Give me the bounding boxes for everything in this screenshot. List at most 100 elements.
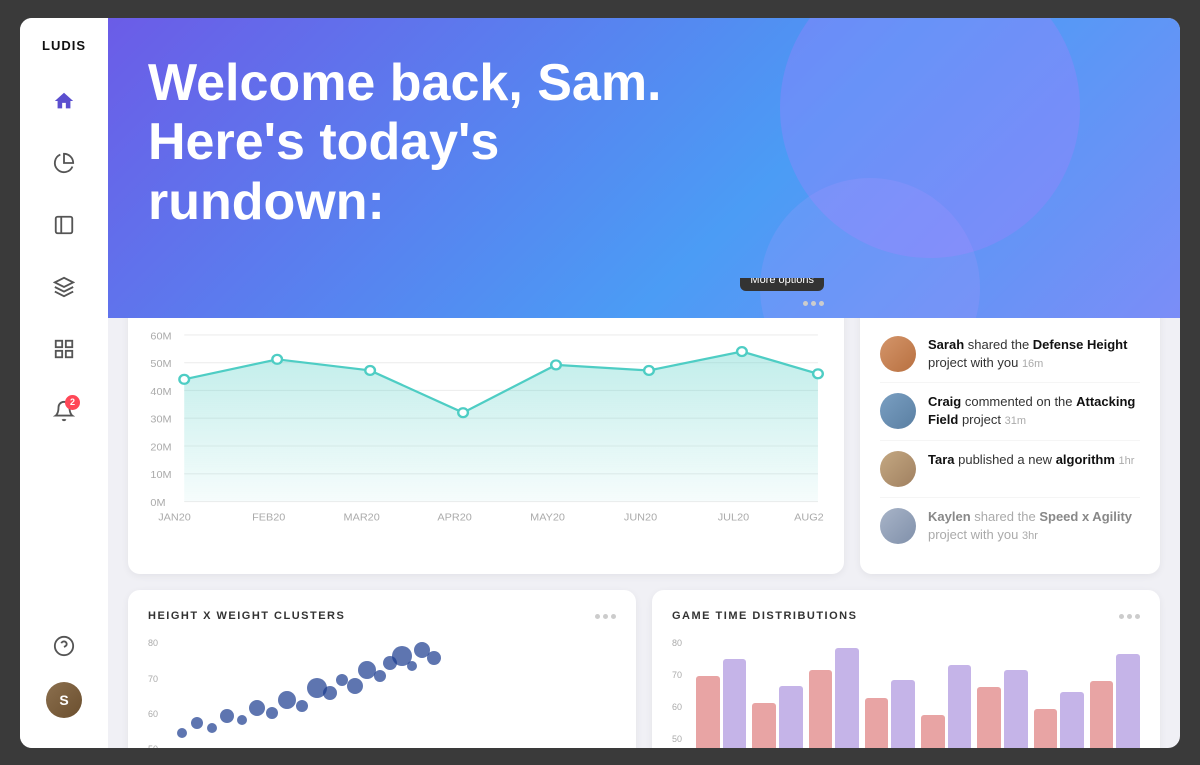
- activity-meta-craig: Craig commented on the Attacking Field p…: [928, 393, 1140, 430]
- bar-primary-8: [1090, 681, 1114, 747]
- bar-primary-6: [977, 687, 1001, 747]
- bar-group-2: [752, 686, 802, 747]
- game-prediction-card: GAME PREDICTION More options 60M 50M 40M: [128, 278, 844, 575]
- svg-text:APR20: APR20: [437, 512, 472, 523]
- bar-group-7: [1034, 692, 1084, 747]
- svg-text:40M: 40M: [150, 387, 171, 398]
- activity-text-kaylen: Kaylen shared the Speed x Agility projec…: [928, 508, 1140, 545]
- sidebar-item-layers[interactable]: [44, 267, 84, 307]
- data-point-jul: [737, 347, 747, 356]
- bar-primary-1: [696, 676, 720, 747]
- sidebar-item-grid[interactable]: [44, 329, 84, 369]
- notification-badge: 2: [65, 395, 80, 410]
- bar-primary-4: [865, 698, 889, 747]
- hero-greeting: Welcome back, Sam. Here's today's rundow…: [148, 54, 748, 233]
- activity-item-craig: Craig commented on the Attacking Field p…: [880, 383, 1140, 441]
- game-prediction-more[interactable]: More options: [803, 301, 824, 306]
- avatar-craig: [880, 393, 916, 429]
- hero-section: Welcome back, Sam. Here's today's rundow…: [108, 18, 1180, 318]
- bar-primary-7: [1034, 709, 1058, 747]
- bar-group-8: [1090, 654, 1140, 747]
- activity-text-tara: Tara published a new algorithm 1hr: [928, 451, 1134, 469]
- sarah-name: Sarah: [928, 337, 964, 352]
- latest-activity-card: LATEST ACTIVITY Sarah shared the Defense…: [860, 278, 1160, 575]
- data-point-may: [551, 360, 561, 369]
- sidebar-item-help[interactable]: [44, 626, 84, 666]
- height-weight-title: HEIGHT X WEIGHT CLUSTERS: [148, 610, 345, 622]
- user-avatar[interactable]: S: [46, 682, 82, 718]
- scatter-chart: 80 70 60 50: [148, 638, 616, 747]
- chart-area: [184, 351, 818, 501]
- sidebar-item-home[interactable]: [44, 81, 84, 121]
- game-time-title: GAME TIME DISTRIBUTIONS: [672, 610, 857, 622]
- craig-name: Craig: [928, 394, 961, 409]
- data-point-feb: [272, 354, 282, 363]
- bottom-charts: HEIGHT X WEIGHT CLUSTERS 80 70: [128, 590, 1160, 747]
- dashboard-grid: GAME PREDICTION More options 60M 50M 40M: [108, 278, 1180, 748]
- dot2: [811, 301, 816, 306]
- svg-text:30M: 30M: [150, 415, 171, 426]
- data-point-jun: [644, 366, 654, 375]
- sarah-time: 16m: [1022, 358, 1043, 370]
- tara-target: algorithm: [1056, 452, 1115, 467]
- activity-text-sarah: Sarah shared the Defense Height project …: [928, 336, 1140, 373]
- tara-name: Tara: [928, 452, 955, 467]
- activity-meta-tara: Tara published a new algorithm 1hr: [928, 451, 1134, 469]
- height-weight-card: HEIGHT X WEIGHT CLUSTERS 80 70: [128, 590, 636, 747]
- bar-secondary-3: [835, 648, 859, 747]
- activity-item-tara: Tara published a new algorithm 1hr: [880, 441, 1140, 498]
- data-point-apr: [458, 408, 468, 417]
- activity-text-craig: Craig commented on the Attacking Field p…: [928, 393, 1140, 430]
- sarah-target: Defense Height: [1033, 337, 1128, 352]
- avatar-sarah: [880, 336, 916, 372]
- activity-item-kaylen: Kaylen shared the Speed x Agility projec…: [880, 498, 1140, 555]
- bar-secondary-5: [948, 665, 972, 747]
- sidebar-nav: 2: [44, 81, 84, 626]
- bar-primary-3: [809, 670, 833, 747]
- svg-text:20M: 20M: [150, 442, 171, 453]
- svg-text:AUG20: AUG20: [794, 512, 824, 523]
- game-time-more[interactable]: [1119, 614, 1140, 619]
- svg-text:FEB20: FEB20: [252, 512, 285, 523]
- dot3: [819, 301, 824, 306]
- data-point-jan: [179, 374, 189, 383]
- sidebar-item-notifications[interactable]: 2: [44, 391, 84, 431]
- avatar-image: S: [46, 682, 82, 718]
- kaylen-time: 3hr: [1022, 530, 1038, 542]
- sidebar-bottom: S: [44, 626, 84, 728]
- svg-text:0M: 0M: [150, 498, 165, 509]
- avatar-tara: [880, 451, 916, 487]
- line-chart-svg: 60M 50M 40M 30M 20M 10M 0M: [148, 326, 824, 526]
- main-content: Welcome back, Sam. Here's today's rundow…: [108, 18, 1180, 748]
- sidebar-item-book[interactable]: [44, 205, 84, 245]
- scatter-svg: [162, 638, 616, 747]
- bar-secondary-4: [891, 680, 915, 747]
- bar-group-5: [921, 665, 971, 747]
- bar-groups: [696, 638, 1140, 747]
- dot1: [803, 301, 808, 306]
- kaylen-name: Kaylen: [928, 509, 971, 524]
- activity-item-sarah: Sarah shared the Defense Height project …: [880, 326, 1140, 384]
- app-logo: LUDIS: [42, 38, 86, 53]
- data-point-aug: [813, 369, 823, 378]
- svg-text:JUN20: JUN20: [624, 512, 657, 523]
- svg-text:60M: 60M: [150, 331, 171, 342]
- svg-text:JAN20: JAN20: [158, 512, 191, 523]
- sidebar-item-chart[interactable]: [44, 143, 84, 183]
- game-time-card: GAME TIME DISTRIBUTIONS 80 70 60 50: [652, 590, 1160, 747]
- sidebar: LUDIS 2: [20, 18, 108, 748]
- bar-chart: 80 70 60 50: [672, 638, 1140, 747]
- bar-secondary-6: [1004, 670, 1028, 747]
- svg-text:10M: 10M: [150, 470, 171, 481]
- bar-primary-5: [921, 715, 945, 747]
- bar-group-6: [977, 670, 1027, 747]
- height-weight-header: HEIGHT X WEIGHT CLUSTERS: [148, 610, 616, 622]
- activity-meta-sarah: Sarah shared the Defense Height project …: [928, 336, 1140, 373]
- svg-text:JUL20: JUL20: [718, 512, 750, 523]
- bar-secondary-1: [723, 659, 747, 747]
- bar-group-1: [696, 659, 746, 747]
- avatar-kaylen: [880, 508, 916, 544]
- bar-group-3: [809, 648, 859, 747]
- bar-primary-2: [752, 703, 776, 747]
- height-weight-more[interactable]: [595, 614, 616, 619]
